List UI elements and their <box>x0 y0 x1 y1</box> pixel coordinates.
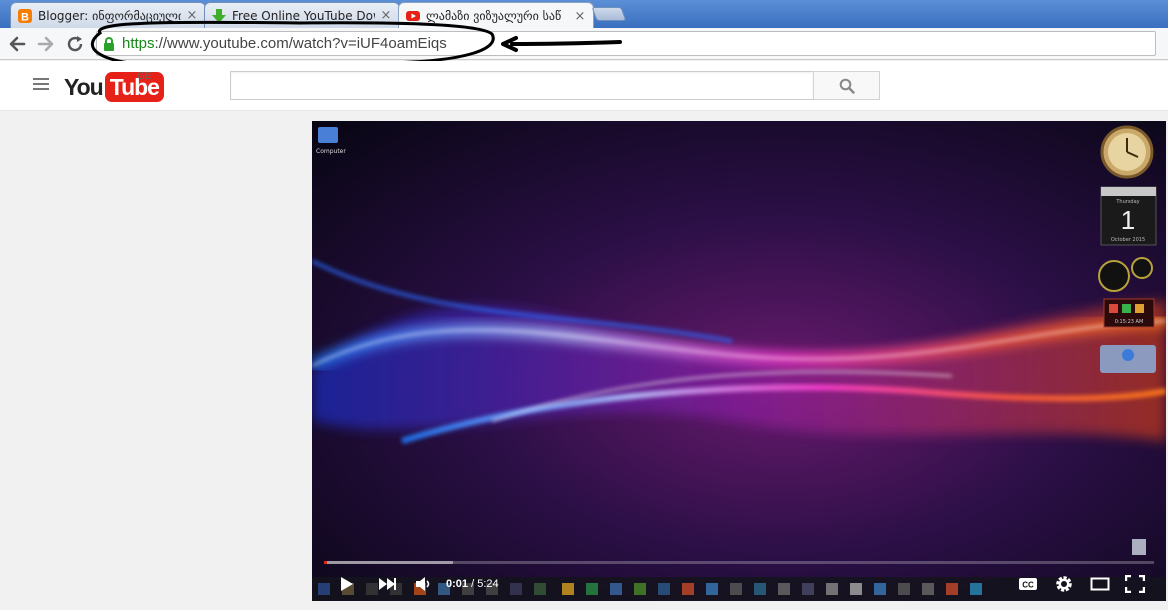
video-player[interactable]: Computer Thursday 1 October 2015 0:15:23… <box>312 121 1166 601</box>
current-time: 0:01 <box>446 578 469 590</box>
volume-icon <box>416 577 430 591</box>
cc-icon: CC <box>1019 578 1037 590</box>
play-icon <box>341 577 353 591</box>
video-frame: Computer Thursday 1 October 2015 0:15:23… <box>312 121 1166 601</box>
theater-mode-button[interactable] <box>1088 571 1112 597</box>
play-button[interactable] <box>334 571 358 597</box>
duration: 5:24 <box>477 578 499 590</box>
calendar-month-year: October 2015 <box>1111 237 1145 243</box>
time-display: 0:01 / 5:24 <box>446 578 499 590</box>
tab-title: ლამაზი ვიზუალური საწ <box>426 9 562 23</box>
download-arrow-icon <box>211 8 227 24</box>
settings-button[interactable] <box>1052 571 1076 597</box>
youtube-masthead: You Tube GE <box>0 61 1168 111</box>
tab-title: Blogger: ინფორმაციული <box>38 8 181 23</box>
progress-bar[interactable] <box>324 561 1154 564</box>
forward-button[interactable] <box>34 32 58 56</box>
lock-icon <box>104 36 114 51</box>
region-code: GE <box>137 71 152 82</box>
captions-button[interactable]: CC <box>1016 571 1040 597</box>
timer-readout: 0:15:23 AM <box>1115 319 1144 325</box>
fullscreen-icon <box>1125 575 1145 593</box>
fullscreen-button[interactable] <box>1122 571 1148 597</box>
computer-icon <box>318 127 338 143</box>
tab-blogger[interactable]: B Blogger: ინფორმაციული × <box>10 2 206 28</box>
played-bar <box>324 561 328 564</box>
close-icon[interactable]: × <box>185 8 199 23</box>
buffered-bar <box>324 561 453 564</box>
arrow-left-icon <box>9 36 26 52</box>
meter-gadget <box>1098 260 1130 292</box>
close-icon[interactable]: × <box>379 8 393 23</box>
tab-title: Free Online YouTube Dow <box>232 8 375 23</box>
volume-button[interactable] <box>412 571 434 597</box>
svg-text:CC: CC <box>1022 581 1034 590</box>
recycle-bin-icon <box>1132 539 1146 555</box>
player-controls: 0:01 / 5:24 CC <box>312 567 1166 601</box>
address-bar[interactable]: https://www.youtube.com/watch?v=iUF4oamE… <box>96 31 1156 56</box>
new-tab-button[interactable] <box>591 7 627 21</box>
browser-toolbar: https://www.youtube.com/watch?v=iUF4oamE… <box>0 28 1168 60</box>
theater-icon <box>1090 577 1110 591</box>
arrow-right-icon <box>37 36 54 52</box>
hamburger-icon <box>33 78 49 80</box>
calendar-day: 1 <box>1121 205 1135 235</box>
youtube-icon <box>405 8 421 24</box>
close-icon[interactable]: × <box>573 9 587 24</box>
blogger-icon: B <box>17 8 33 24</box>
browser-tab-strip: B Blogger: ინფორმაციული × Free Online Yo… <box>0 0 1168 29</box>
tab-youtube-downloader[interactable]: Free Online YouTube Dow × <box>204 2 400 28</box>
reload-icon <box>67 36 83 52</box>
back-button[interactable] <box>5 32 29 56</box>
tab-youtube-video[interactable]: ლამაზი ვიზუალური საწ × <box>398 2 594 29</box>
reload-button[interactable] <box>63 32 87 56</box>
search-button[interactable] <box>813 71 880 100</box>
url-text: https://www.youtube.com/watch?v=iUF4oamE… <box>122 35 447 52</box>
svg-text:B: B <box>21 11 29 23</box>
guide-menu-button[interactable] <box>33 78 49 92</box>
desktop-icon-label: Computer <box>316 148 346 155</box>
search-input[interactable] <box>230 71 814 100</box>
search-icon <box>839 78 855 94</box>
next-icon <box>379 578 396 590</box>
next-button[interactable] <box>374 571 400 597</box>
gear-icon <box>1056 576 1072 592</box>
